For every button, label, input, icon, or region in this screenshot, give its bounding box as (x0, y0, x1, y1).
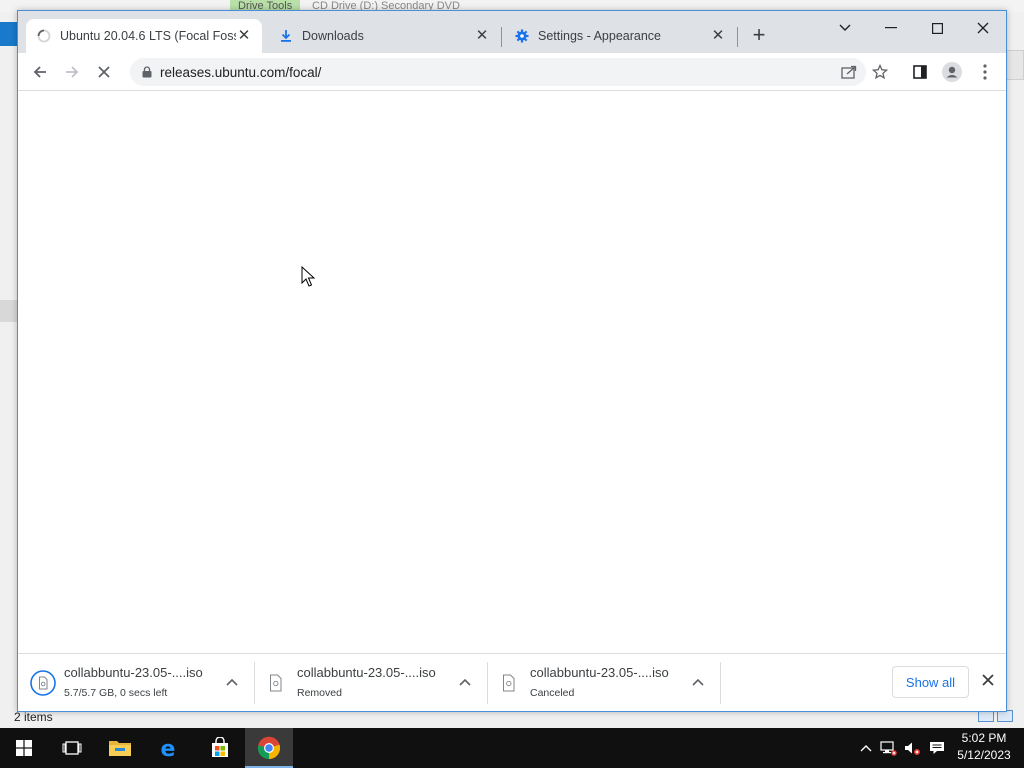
tab-settings[interactable]: Settings - Appearance ✕ (504, 19, 736, 53)
download-shelf: collabbuntu-23.05-....iso 5.7/5.7 GB, 0 … (18, 653, 1006, 711)
download-icon (278, 28, 294, 44)
tab-search-button[interactable] (823, 15, 867, 41)
bookmark-button[interactable] (869, 61, 891, 83)
minimize-icon (885, 27, 897, 29)
maximize-icon (931, 22, 943, 34)
chrome-window: Ubuntu 20.04.6 LTS (Focal Fossa) ✕ Downl… (17, 10, 1007, 712)
stop-loading-button[interactable] (90, 59, 118, 85)
new-tab-button[interactable]: + (748, 24, 770, 47)
tab-separator (737, 27, 738, 47)
action-center-button[interactable] (927, 738, 947, 758)
close-tab-icon[interactable]: ✕ (474, 28, 490, 44)
chrome-icon (257, 736, 281, 760)
page-content[interactable] (18, 91, 1006, 653)
task-view-icon (62, 741, 82, 755)
chevron-up-icon[interactable] (688, 672, 708, 692)
edge-icon: e (161, 737, 176, 759)
show-all-button[interactable]: Show all (892, 666, 969, 698)
chevron-down-icon (839, 24, 851, 31)
lock-icon[interactable] (142, 66, 152, 78)
file-icon (496, 670, 522, 696)
chevron-up-icon[interactable] (455, 672, 475, 692)
menu-button[interactable] (974, 61, 996, 83)
clock-time: 5:02 PM (961, 731, 1007, 745)
system-clock[interactable]: 5:02 PM 5/12/2023 (952, 730, 1016, 764)
tab-downloads[interactable]: Downloads ✕ (268, 19, 500, 53)
close-tab-icon[interactable]: ✕ (236, 28, 252, 44)
mouse-pointer-icon (301, 266, 315, 287)
share-icon (841, 65, 857, 79)
file-icon (30, 670, 56, 696)
explorer-nav-selection[interactable] (0, 300, 18, 322)
download-status: 5.7/5.7 GB, 0 secs left (64, 687, 168, 699)
gear-icon (514, 28, 530, 44)
volume-tray-button[interactable] (902, 738, 922, 758)
chevron-up-icon[interactable] (222, 672, 242, 692)
share-button[interactable] (838, 61, 860, 83)
profile-button[interactable] (941, 61, 963, 83)
taskbar: e 5:02 PM 5/12/2023 (0, 728, 1024, 768)
tab-separator (501, 27, 502, 47)
svg-text:e: e (161, 737, 176, 759)
explorer-file-tab[interactable] (0, 22, 18, 46)
notification-icon (930, 742, 944, 754)
minimize-button[interactable] (869, 15, 913, 41)
download-item[interactable]: collabbuntu-23.05-....iso 5.7/5.7 GB, 0 … (18, 660, 250, 706)
loading-spinner-icon (36, 28, 52, 44)
avatar-icon (942, 62, 962, 82)
download-item[interactable]: collabbuntu-23.05-....iso Removed (251, 660, 483, 706)
address-url[interactable]: releases.ubuntu.com/focal/ (160, 65, 321, 80)
star-icon (872, 64, 888, 80)
download-filename: collabbuntu-23.05-....iso (530, 665, 669, 680)
start-icon (16, 740, 32, 756)
edge-taskbar-button[interactable]: e (144, 728, 192, 768)
speaker-muted-icon (905, 742, 920, 755)
close-window-button[interactable] (961, 15, 1005, 41)
close-icon[interactable] (978, 670, 998, 690)
file-icon (263, 670, 289, 696)
tab-title: Settings - Appearance (538, 29, 661, 43)
side-panel-icon (913, 65, 927, 79)
arrow-left-icon (33, 66, 46, 78)
maximize-button[interactable] (915, 15, 959, 41)
store-taskbar-button[interactable] (196, 728, 244, 768)
show-hidden-icons-button[interactable] (856, 738, 876, 758)
task-view-button[interactable] (48, 728, 96, 768)
kebab-menu-icon (983, 64, 987, 80)
explorer-scrollbar[interactable] (1006, 50, 1024, 80)
network-icon (880, 741, 897, 756)
clock-date: 5/12/2023 (957, 748, 1011, 762)
explorer-item-count: 2 items (14, 710, 53, 724)
close-tab-icon[interactable]: ✕ (710, 28, 726, 44)
shelf-separator (720, 662, 721, 704)
explorer-view-toggles[interactable] (978, 710, 1018, 724)
store-icon (212, 737, 228, 757)
browser-toolbar: releases.ubuntu.com/focal/ (18, 53, 1006, 91)
back-button[interactable] (26, 59, 54, 85)
arrow-right-icon (66, 66, 79, 78)
download-status: Removed (297, 687, 342, 699)
stop-icon (98, 66, 110, 78)
download-filename: collabbuntu-23.05-....iso (297, 665, 436, 680)
side-panel-button[interactable] (909, 61, 931, 83)
forward-button[interactable] (58, 59, 86, 85)
file-explorer-icon (109, 741, 131, 756)
close-icon (977, 22, 989, 34)
download-item[interactable]: collabbuntu-23.05-....iso Canceled (484, 660, 716, 706)
file-explorer-taskbar-button[interactable] (96, 728, 144, 768)
tab-ubuntu[interactable]: Ubuntu 20.04.6 LTS (Focal Fossa) ✕ (26, 19, 262, 53)
network-tray-button[interactable] (878, 738, 898, 758)
start-button[interactable] (0, 728, 48, 768)
chrome-taskbar-button[interactable] (245, 728, 293, 768)
tab-title: Ubuntu 20.04.6 LTS (Focal Fossa) (60, 29, 236, 43)
address-bar[interactable]: releases.ubuntu.com/focal/ (130, 58, 866, 86)
tab-strip: Ubuntu 20.04.6 LTS (Focal Fossa) ✕ Downl… (18, 11, 1006, 53)
tab-title: Downloads (302, 29, 364, 43)
download-status: Canceled (530, 687, 575, 699)
chevron-up-icon (860, 745, 872, 752)
download-filename: collabbuntu-23.05-....iso (64, 665, 203, 680)
